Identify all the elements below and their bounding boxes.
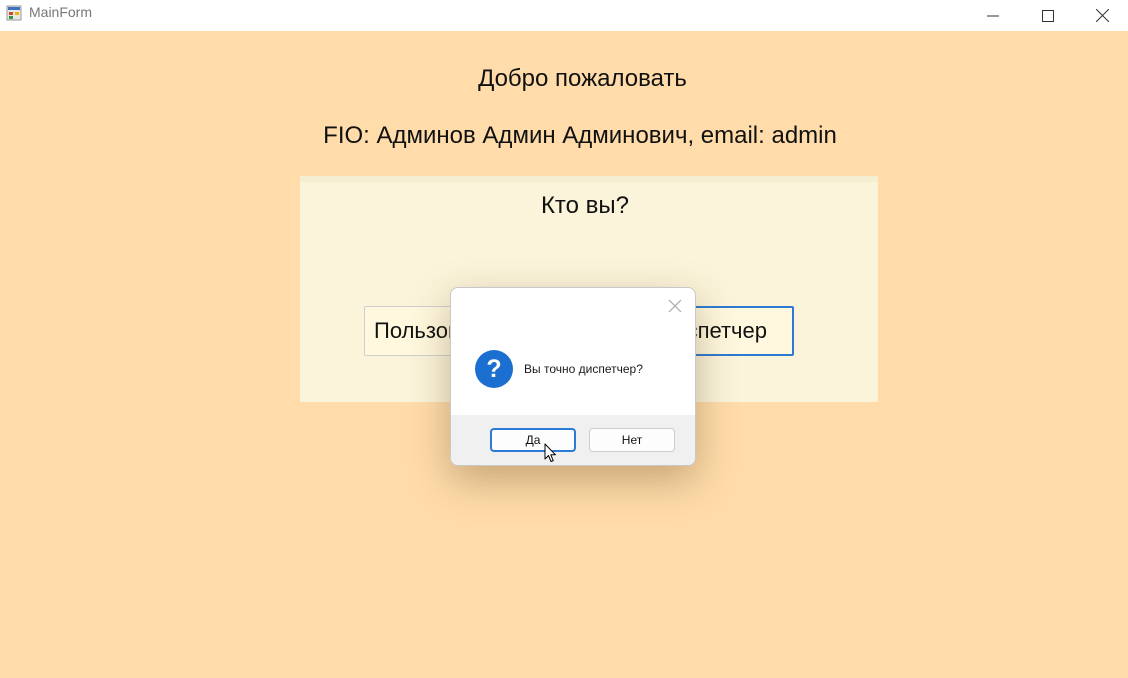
no-button[interactable]: Нет <box>589 428 675 452</box>
confirm-dialog: ? Вы точно диспетчер? Да Нет <box>450 287 696 466</box>
minimize-button[interactable] <box>965 0 1020 31</box>
close-button[interactable] <box>1075 0 1128 31</box>
user-info-label: FIO: Админов Админ Админович, email: adm… <box>323 122 837 149</box>
dialog-message: Вы точно диспетчер? <box>524 362 643 376</box>
role-question: Кто вы? <box>540 192 630 219</box>
minimize-icon <box>986 15 999 16</box>
dialog-close-icon[interactable] <box>668 299 682 313</box>
question-icon: ? <box>475 350 513 388</box>
window-title: MainForm <box>29 4 93 20</box>
yes-button[interactable]: Да <box>490 428 576 452</box>
app-icon <box>6 5 22 21</box>
maximize-button[interactable] <box>1020 0 1075 31</box>
mouse-cursor-icon <box>544 443 556 462</box>
title-bar: MainForm <box>0 0 1128 31</box>
close-icon <box>1096 9 1109 22</box>
dialog-footer: Да Нет <box>451 415 695 465</box>
welcome-heading: Добро пожаловать <box>478 65 687 92</box>
maximize-icon <box>1041 9 1054 22</box>
